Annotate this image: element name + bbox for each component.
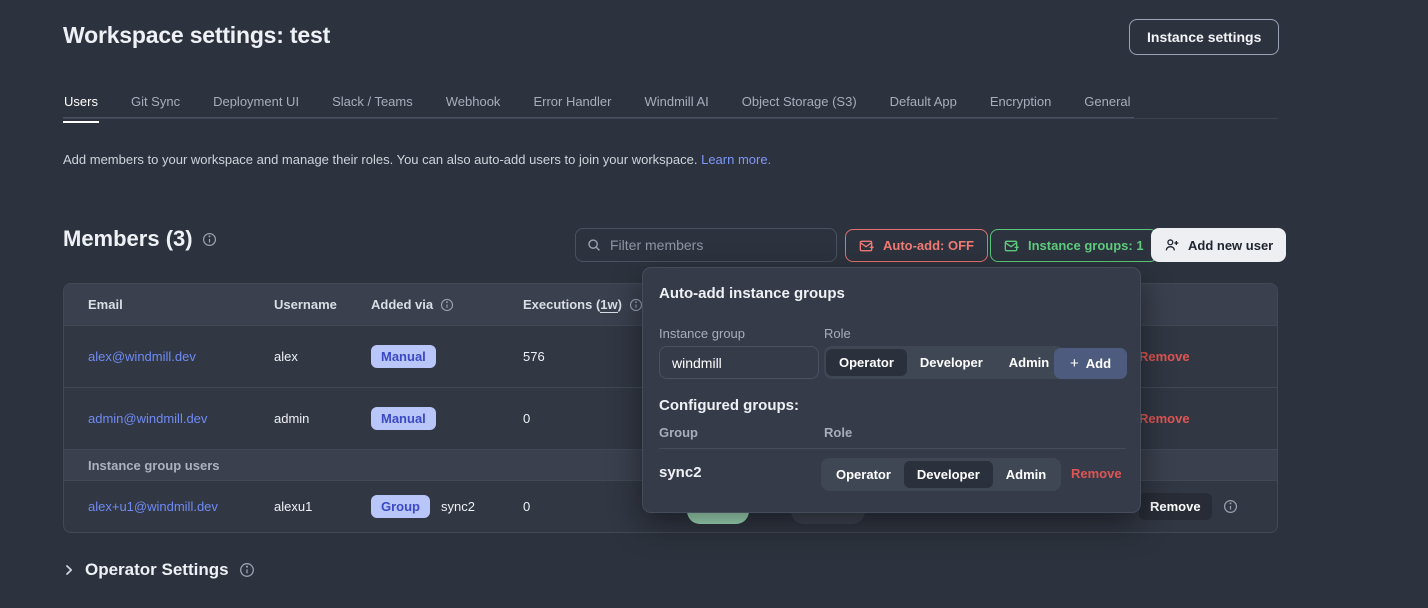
executions-info-icon[interactable]: [629, 298, 643, 312]
operator-settings-info-icon[interactable]: [239, 562, 255, 578]
add-group-label: Add: [1086, 356, 1111, 371]
role-option-developer[interactable]: Developer: [907, 349, 996, 376]
member-username: alexu1: [274, 499, 371, 514]
popup-title: Auto-add instance groups: [659, 285, 845, 302]
instance-settings-button[interactable]: Instance settings: [1129, 19, 1279, 55]
mail-group-icon: [1004, 238, 1020, 254]
added-via-badge: Manual: [371, 407, 436, 430]
members-heading-label: Members (3): [63, 226, 193, 252]
configured-groups-heading: Configured groups:: [659, 397, 799, 414]
group-column-header: Group: [659, 425, 698, 440]
added-via-badge: Manual: [371, 345, 436, 368]
user-plus-icon: [1164, 237, 1180, 253]
remove-configured-group-link[interactable]: Remove: [1071, 466, 1122, 481]
member-username: alex: [274, 349, 371, 364]
learn-more-link[interactable]: Learn more.: [701, 152, 771, 167]
settings-tabbar: Users Git Sync Deployment UI Slack / Tea…: [63, 86, 1278, 120]
role-option-admin[interactable]: Admin: [996, 349, 1062, 376]
page-title: Workspace settings: test: [63, 22, 330, 49]
remove-member-button[interactable]: Remove: [1139, 493, 1212, 520]
added-via-badge: Group: [371, 495, 430, 518]
col-header-email: Email: [88, 297, 274, 312]
instance-group-input[interactable]: [659, 346, 819, 379]
new-group-role-toggle: Operator Developer Admin: [824, 346, 1064, 379]
add-new-user-label: Add new user: [1188, 238, 1273, 253]
remove-member-link[interactable]: Remove: [1139, 349, 1277, 364]
auto-add-label: Auto-add: OFF: [883, 238, 974, 253]
configured-group-role-toggle: Operator Developer Admin: [821, 458, 1061, 491]
intro-text: Add members to your workspace and manage…: [63, 152, 771, 167]
member-email-link[interactable]: alex+u1@windmill.dev: [88, 499, 274, 514]
add-group-button[interactable]: + Add: [1054, 348, 1127, 379]
auto-add-button[interactable]: Auto-add: OFF: [845, 229, 988, 262]
remove-member-link[interactable]: Remove: [1139, 411, 1277, 426]
added-via-info-icon[interactable]: [440, 298, 454, 312]
add-new-user-button[interactable]: Add new user: [1151, 228, 1286, 262]
role-option-admin[interactable]: Admin: [993, 461, 1059, 488]
search-icon: [587, 238, 601, 252]
filter-members-input[interactable]: [610, 237, 825, 253]
instance-groups-label: Instance groups: 1: [1028, 238, 1144, 253]
intro-description: Add members to your workspace and manage…: [63, 152, 697, 167]
col-header-added-via: Added via: [371, 297, 523, 312]
plus-icon: +: [1070, 355, 1079, 372]
chevron-right-icon: [63, 564, 75, 576]
filter-members-box: [575, 228, 837, 262]
popup-divider: [659, 448, 1126, 449]
instance-group-label: Instance group: [659, 326, 745, 341]
auto-add-popup: Auto-add instance groups Instance group …: [642, 267, 1141, 513]
role-option-operator[interactable]: Operator: [823, 461, 904, 488]
role-column-header: Role: [824, 425, 852, 440]
role-option-developer[interactable]: Developer: [904, 461, 993, 488]
member-email-link[interactable]: admin@windmill.dev: [88, 411, 274, 426]
member-email-link[interactable]: alex@windmill.dev: [88, 349, 274, 364]
tabbar-border: [63, 118, 1278, 119]
configured-group-name: sync2: [659, 464, 702, 481]
members-heading: Members (3): [63, 226, 217, 252]
operator-settings-section[interactable]: Operator Settings: [63, 560, 255, 580]
role-option-operator[interactable]: Operator: [826, 349, 907, 376]
operator-settings-label: Operator Settings: [85, 560, 229, 580]
members-info-icon[interactable]: [202, 232, 217, 247]
remove-info-icon[interactable]: [1223, 499, 1238, 514]
instance-groups-button[interactable]: Instance groups: 1: [990, 229, 1158, 262]
mail-plus-icon: [859, 238, 875, 254]
member-username: admin: [274, 411, 371, 426]
role-label: Role: [824, 326, 851, 341]
col-header-username: Username: [274, 297, 371, 312]
added-via-group-name: sync2: [441, 499, 475, 514]
